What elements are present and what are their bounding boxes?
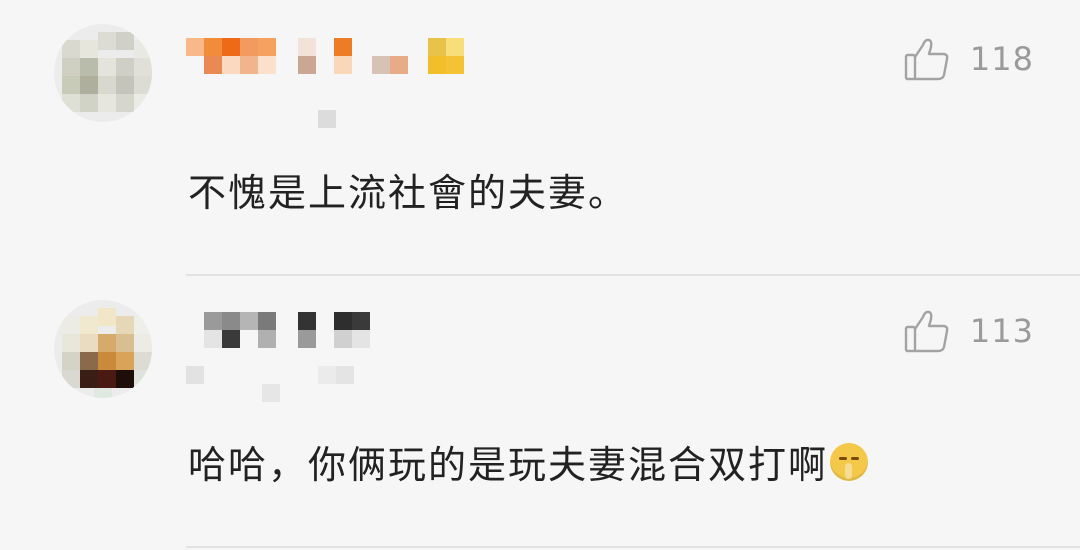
username[interactable] <box>186 36 486 76</box>
comment-item: 113 哈哈，你俩玩的是玩夫妻混合双打啊 <box>0 276 1080 550</box>
avatar[interactable] <box>54 300 152 398</box>
comment-meta <box>186 108 386 130</box>
thumb-up-icon <box>904 310 949 353</box>
divider <box>186 546 1080 548</box>
like-button[interactable]: 113 <box>904 308 1034 354</box>
comment-text: 不愧是上流社會的夫妻。 <box>188 162 628 217</box>
username[interactable] <box>186 310 486 350</box>
comment-item: 118 不愧是上流社會的夫妻。 <box>0 0 1080 274</box>
like-count: 118 <box>969 40 1034 78</box>
avatar[interactable] <box>54 24 152 122</box>
comment-text: 哈哈，你俩玩的是玩夫妻混合双打啊 <box>188 434 869 489</box>
like-button[interactable]: 118 <box>904 36 1034 82</box>
like-count: 113 <box>969 312 1034 350</box>
comment-text-content: 不愧是上流社會的夫妻。 <box>188 171 629 215</box>
shushing-face-emoji-icon <box>830 442 869 481</box>
comment-meta <box>186 366 386 402</box>
comment-text-content: 哈哈，你俩玩的是玩夫妻混合双打啊 <box>188 443 829 487</box>
thumb-up-icon <box>904 38 949 81</box>
